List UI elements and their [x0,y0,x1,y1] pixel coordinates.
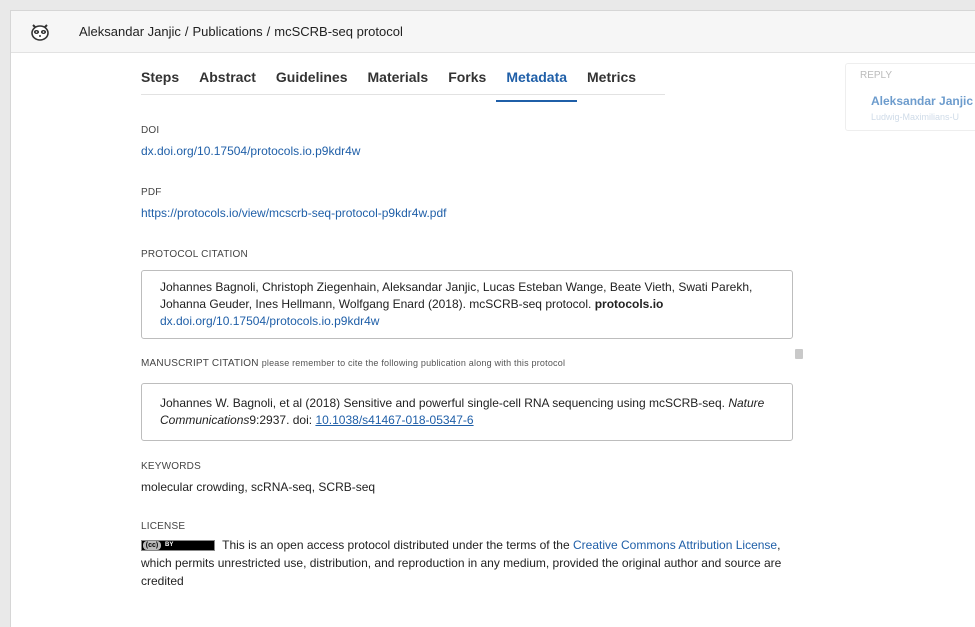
tab-bar: Steps Abstract Guidelines Materials Fork… [141,67,665,102]
manuscript-doi-link[interactable]: 10.1038/s41467-018-05347-6 [315,413,473,427]
breadcrumb-separator: / [184,24,189,39]
manuscript-citation-text: Johannes W. Bagnoli, et al (2018) Sensit… [160,396,725,410]
doi-label: DOI [141,125,160,136]
tab-metrics[interactable]: Metrics [577,67,646,94]
cc-badge-by: BY [165,542,174,549]
manuscript-citation-note: please remember to cite the following pu… [261,358,566,368]
sidebar-affiliation: Ludwig-Maximilians-U [871,112,960,122]
breadcrumb-separator: / [266,24,271,39]
tab-abstract[interactable]: Abstract [189,67,266,94]
protocol-citation-doi[interactable]: dx.doi.org/10.17504/protocols.io.p9kdr4w [160,314,379,328]
pdf-label: PDF [141,187,162,198]
breadcrumb-author[interactable]: Aleksandar Janjic [79,24,181,39]
keywords-section: KEYWORDS molecular crowding, scRNA-seq, … [141,461,375,496]
doi-section: DOI dx.doi.org/10.17504/protocols.io.p9k… [141,125,360,158]
manuscript-citation-box: Johannes W. Bagnoli, et al (2018) Sensit… [141,383,793,441]
pdf-file-icon[interactable] [795,349,803,359]
manuscript-citation-label: MANUSCRIPT CITATION please remember to c… [141,358,793,369]
license-text-before: This is an open access protocol distribu… [222,538,570,552]
tab-steps[interactable]: Steps [141,67,189,94]
app-window: Aleksandar Janjic / Publications / mcSCR… [10,10,975,627]
tab-guidelines[interactable]: Guidelines [266,67,358,94]
protocol-citation-journal: protocols.io [594,297,664,311]
doi-link[interactable]: dx.doi.org/10.17504/protocols.io.p9kdr4w [141,144,360,158]
tab-forks[interactable]: Forks [438,67,496,94]
top-bar: Aleksandar Janjic / Publications / mcSCR… [11,11,975,53]
license-text: (cc) BY This is an open access protocol … [141,536,811,590]
protocol-citation-box: Johannes Bagnoli, Christoph Ziegenhain, … [141,270,793,339]
breadcrumb-publications[interactable]: Publications [193,24,263,39]
tab-materials[interactable]: Materials [358,67,439,94]
manuscript-citation-volume: 9:2937. doi: [249,413,313,427]
keywords-value: molecular crowding, scRNA-seq, SCRB-seq [141,480,376,494]
sidebar-author-name[interactable]: Aleksandar Janjic [871,94,973,108]
keywords-label: KEYWORDS [141,461,201,472]
license-link[interactable]: Creative Commons Attribution License [573,538,777,552]
raccoon-logo-icon[interactable] [30,22,50,42]
breadcrumb: Aleksandar Janjic / Publications / mcSCR… [79,24,403,39]
license-label: LICENSE [141,521,186,532]
pdf-section: PDF https://protocols.io/view/mcscrb-seq… [141,187,446,220]
reply-label[interactable]: REPLY [860,70,892,81]
protocol-citation-text: Johannes Bagnoli, Christoph Ziegenhain, … [160,280,753,311]
pdf-link[interactable]: https://protocols.io/view/mcscrb-seq-pro… [141,206,446,220]
protocol-citation-section: PROTOCOL CITATION Johannes Bagnoli, Chri… [141,249,793,339]
manuscript-citation-section: MANUSCRIPT CITATION please remember to c… [141,358,793,441]
license-section: LICENSE (cc) BY This is an open access p… [141,521,811,590]
breadcrumb-page: mcSCRB-seq protocol [274,24,403,39]
cc-badge-cc: (cc) [143,541,161,551]
manuscript-citation-title: MANUSCRIPT CITATION [141,358,259,369]
reply-card: REPLY Aleksandar Janjic Ludwig-Maximilia… [845,63,975,131]
protocol-citation-label: PROTOCOL CITATION [141,249,248,260]
tab-metadata[interactable]: Metadata [496,67,577,102]
cc-by-badge-icon: (cc) BY [141,540,215,552]
